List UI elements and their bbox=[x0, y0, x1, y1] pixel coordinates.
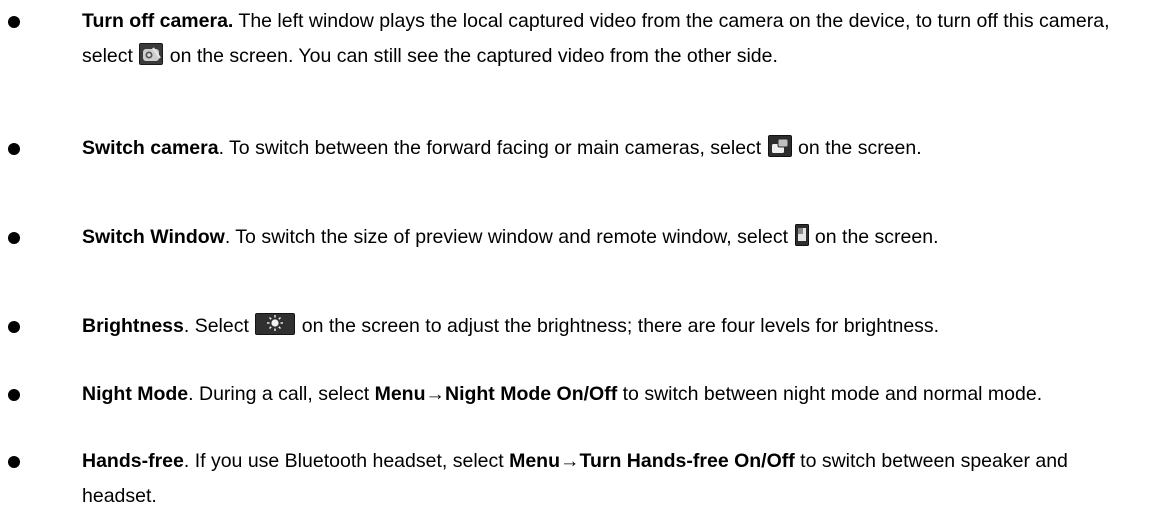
item-text: to switch between night mode and normal … bbox=[617, 383, 1043, 405]
item-title: Night Mode bbox=[82, 383, 189, 405]
bullet bbox=[8, 389, 20, 401]
item-text: on the screen. bbox=[809, 226, 939, 248]
brightness-icon bbox=[255, 313, 296, 335]
menu-path: Menu→Night Mode On/Off bbox=[374, 383, 618, 405]
switch-window-icon bbox=[794, 224, 809, 246]
bullet bbox=[8, 456, 20, 468]
item-text: on the screen to adjust the brightness; … bbox=[296, 315, 940, 337]
item-text: . During a call, select bbox=[188, 383, 375, 405]
document: Turn off camera. The left window plays t… bbox=[0, 0, 1154, 507]
list-item: Night Mode. During a call, select Menu→N… bbox=[82, 377, 1142, 412]
list-item: Switch Window. To switch the size of pre… bbox=[82, 220, 1142, 255]
item-text: . Select bbox=[183, 315, 255, 337]
camera-off-icon bbox=[139, 43, 164, 65]
bullet bbox=[8, 143, 20, 155]
bullet bbox=[8, 321, 20, 333]
list-item: Switch camera. To switch between the for… bbox=[82, 131, 1142, 166]
item-title: Switch camera bbox=[82, 137, 219, 159]
item-title: Hands-free bbox=[82, 450, 184, 472]
item-text: . If you use Bluetooth headset, select bbox=[183, 450, 510, 472]
list-item: Turn off camera. The left window plays t… bbox=[82, 4, 1142, 74]
menu-path: Menu→Turn Hands-free On/Off bbox=[509, 450, 795, 472]
list-item: Hands-free. If you use Bluetooth headset… bbox=[82, 444, 1142, 514]
item-title: Switch Window bbox=[82, 226, 225, 248]
item-title: Turn off camera. bbox=[82, 10, 234, 32]
list-item: Brightness. Select on the screen to adju… bbox=[82, 309, 1142, 344]
item-text: . To switch the size of preview window a… bbox=[224, 226, 794, 248]
bullet bbox=[8, 232, 20, 244]
switch-camera-icon bbox=[767, 135, 792, 157]
item-text: . To switch between the forward facing o… bbox=[218, 137, 767, 159]
item-text: on the screen. You can still see the cap… bbox=[164, 45, 778, 67]
item-title: Brightness bbox=[82, 315, 184, 337]
item-text: on the screen. bbox=[792, 137, 922, 159]
bullet bbox=[8, 16, 20, 28]
